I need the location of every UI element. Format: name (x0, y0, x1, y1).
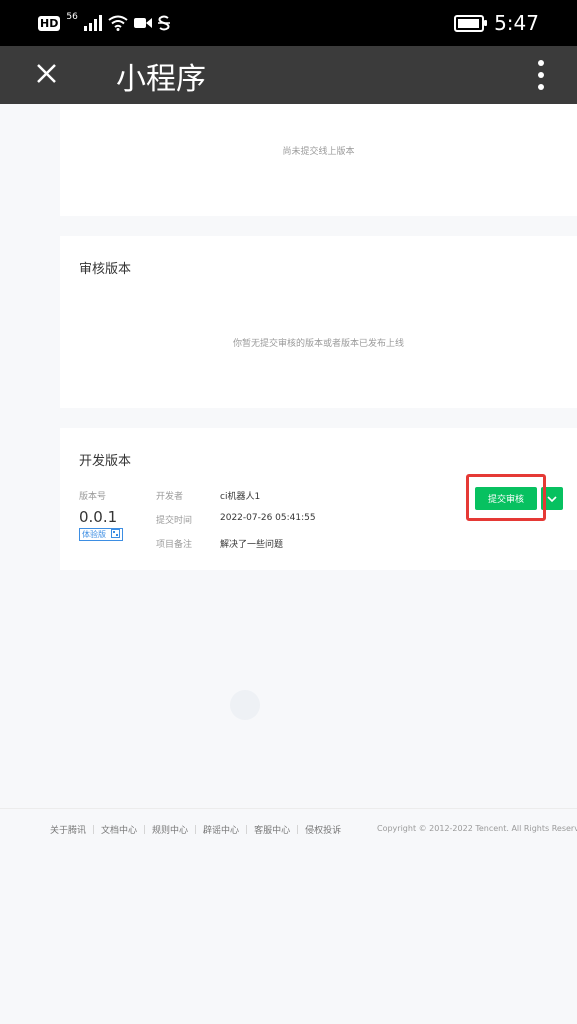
close-icon (37, 64, 56, 83)
signal-icon (83, 15, 102, 31)
clock: 5:47 (494, 11, 539, 35)
wifi-icon (108, 15, 128, 31)
footer-separator (246, 825, 248, 834)
note-label: 项目备注 (156, 540, 193, 550)
footer-divider (0, 808, 577, 809)
more-dot-icon (538, 60, 544, 66)
footer-separator (195, 825, 197, 834)
close-button[interactable] (33, 60, 61, 88)
footer-link-infringement[interactable]: 侵权投诉 (305, 823, 341, 836)
submit-time-value: 2022-07-26 05:41:55 (220, 513, 316, 523)
footer-link-rumor[interactable]: 辟谣中心 (203, 823, 239, 836)
footer-separator (297, 825, 299, 834)
version-label: 版本号 (79, 492, 107, 502)
online-version-card: 尚未提交线上版本 (60, 104, 577, 216)
footer-separator (144, 825, 146, 834)
footer-link-about[interactable]: 关于腾讯 (50, 823, 86, 836)
battery-icon (454, 14, 488, 32)
footer-link-service[interactable]: 客服中心 (254, 823, 290, 836)
online-empty-text: 尚未提交线上版本 (282, 147, 355, 157)
review-section-title: 审核版本 (79, 262, 132, 277)
status-right: 5:47 (454, 11, 539, 35)
title-bar: 小程序 (0, 46, 577, 104)
status-left: HD 56 (38, 12, 170, 31)
copyright-text: Copyright © 2012-2022 Tencent. All Right… (377, 824, 577, 833)
network-type: 56 (66, 12, 78, 22)
footer-link-rules[interactable]: 规则中心 (152, 823, 188, 836)
note-value: 解决了一些问题 (220, 540, 284, 550)
qrcode-icon[interactable] (110, 529, 120, 538)
version-number: 0.0.1 (79, 508, 118, 526)
more-dot-icon (538, 84, 544, 90)
review-empty-text: 你暂无提交审核的版本或者版本已发布上线 (232, 339, 404, 349)
battery-fill (458, 18, 479, 28)
submit-time-label: 提交时间 (156, 516, 193, 526)
footer-link-docs[interactable]: 文档中心 (101, 823, 137, 836)
highlight-annotation-box (466, 474, 546, 521)
trial-version-tag: 体验版 (79, 528, 123, 541)
trial-tag-label: 体验版 (82, 530, 106, 539)
dev-section-title: 开发版本 (79, 454, 132, 469)
hd-badge: HD (38, 15, 61, 31)
chevron-down-icon (547, 495, 557, 502)
footer-links: 关于腾讯 文档中心 规则中心 辟谣中心 客服中心 侵权投诉 (50, 823, 341, 836)
loading-indicator (230, 690, 260, 720)
status-bar: HD 56 5:47 (0, 0, 577, 46)
developer-value: ci机器人1 (220, 492, 261, 502)
page-title: 小程序 (116, 62, 206, 97)
app-s-icon (157, 15, 170, 31)
video-icon (133, 18, 152, 28)
footer-separator (93, 825, 95, 834)
more-menu-button[interactable] (533, 60, 549, 90)
developer-label: 开发者 (156, 492, 184, 502)
more-dot-icon (538, 72, 544, 78)
review-version-card: 审核版本 你暂无提交审核的版本或者版本已发布上线 (60, 236, 577, 408)
